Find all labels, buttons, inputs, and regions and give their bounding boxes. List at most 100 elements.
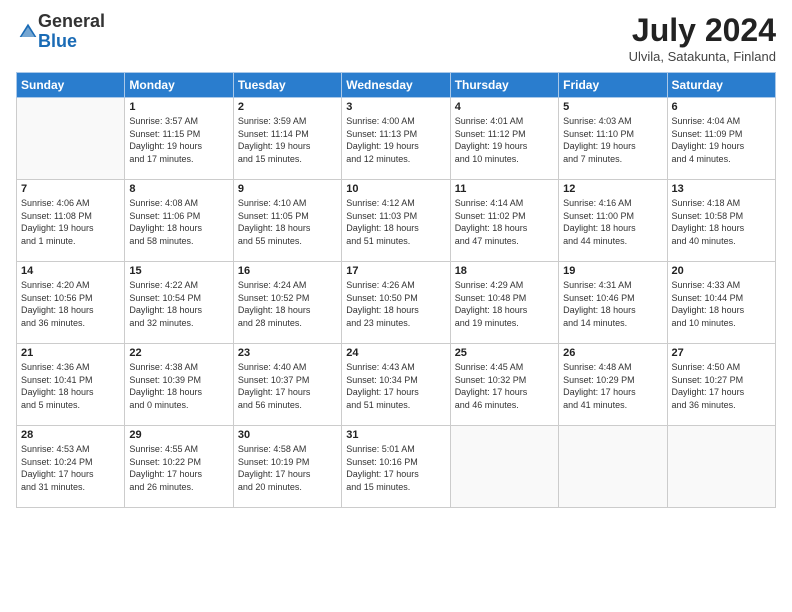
day-cell: 27Sunrise: 4:50 AM Sunset: 10:27 PM Dayl… <box>667 344 775 426</box>
location: Ulvila, Satakunta, Finland <box>629 49 776 64</box>
day-number: 10 <box>346 183 445 195</box>
logo: General Blue <box>16 12 105 52</box>
day-info: Sunrise: 4:10 AM Sunset: 11:05 PM Daylig… <box>238 197 337 247</box>
day-info: Sunrise: 4:53 AM Sunset: 10:24 PM Daylig… <box>21 443 120 493</box>
day-number: 3 <box>346 101 445 113</box>
day-number: 12 <box>563 183 662 195</box>
day-info: Sunrise: 4:12 AM Sunset: 11:03 PM Daylig… <box>346 197 445 247</box>
day-info: Sunrise: 3:59 AM Sunset: 11:14 PM Daylig… <box>238 115 337 165</box>
day-cell: 13 Sunrise: 4:18 AM Sunset: 10:58 PM Dayl… <box>667 180 775 262</box>
day-info: Sunrise: 4:24 AM Sunset: 10:52 PM Daylig… <box>238 279 337 329</box>
day-cell: 20 Sunrise: 4:33 AM Sunset: 10:44 PM Dayl… <box>667 262 775 344</box>
day-cell: 19 Sunrise: 4:31 AM Sunset: 10:46 PM Dayl… <box>559 262 667 344</box>
col-tuesday: Tuesday <box>233 73 341 98</box>
day-info: Sunrise: 5:01 AM Sunset: 10:16 PM Daylig… <box>346 443 445 493</box>
day-cell: 23 Sunrise: 4:40 AM Sunset: 10:37 PM Dayl… <box>233 344 341 426</box>
day-number: 14 <box>21 265 120 277</box>
day-info: Sunrise: 4:01 AM Sunset: 11:12 PM Daylig… <box>455 115 554 165</box>
day-number: 15 <box>129 265 228 277</box>
day-cell: 28 Sunrise: 4:53 AM Sunset: 10:24 PM Dayl… <box>17 426 125 508</box>
col-friday: Friday <box>559 73 667 98</box>
day-info: Sunrise: 3:57 AM Sunset: 11:15 PM Daylig… <box>129 115 228 165</box>
day-info: Sunrise: 4:40 AM Sunset: 10:37 PM Daylig… <box>238 361 337 411</box>
day-cell: 6 Sunrise: 4:04 AM Sunset: 11:09 PM Dayli… <box>667 98 775 180</box>
day-cell: 30Sunrise: 4:58 AM Sunset: 10:19 PM Dayl… <box>233 426 341 508</box>
day-info: Sunrise: 4:22 AM Sunset: 10:54 PM Daylig… <box>129 279 228 329</box>
day-number: 9 <box>238 183 337 195</box>
col-thursday: Thursday <box>450 73 558 98</box>
month-year: July 2024 <box>629 12 776 49</box>
day-cell: 8 Sunrise: 4:08 AM Sunset: 11:06 PM Dayli… <box>125 180 233 262</box>
day-cell: 2 Sunrise: 3:59 AM Sunset: 11:14 PM Dayli… <box>233 98 341 180</box>
day-info: Sunrise: 4:58 AM Sunset: 10:19 PM Daylig… <box>238 443 337 493</box>
day-info: Sunrise: 4:55 AM Sunset: 10:22 PM Daylig… <box>129 443 228 493</box>
day-info: Sunrise: 4:36 AM Sunset: 10:41 PM Daylig… <box>21 361 120 411</box>
day-cell: 18 Sunrise: 4:29 AM Sunset: 10:48 PM Dayl… <box>450 262 558 344</box>
header: General Blue July 2024 Ulvila, Satakunta… <box>16 12 776 64</box>
day-info: Sunrise: 4:08 AM Sunset: 11:06 PM Daylig… <box>129 197 228 247</box>
title-block: July 2024 Ulvila, Satakunta, Finland <box>629 12 776 64</box>
day-info: Sunrise: 4:33 AM Sunset: 10:44 PM Daylig… <box>672 279 771 329</box>
day-number: 8 <box>129 183 228 195</box>
week-row-4: 21 Sunrise: 4:36 AM Sunset: 10:41 PM Dayl… <box>17 344 776 426</box>
day-number: 13 <box>672 183 771 195</box>
day-cell <box>559 426 667 508</box>
day-cell: 12Sunrise: 4:16 AM Sunset: 11:00 PM Dayl… <box>559 180 667 262</box>
day-info: Sunrise: 4:18 AM Sunset: 10:58 PM Daylig… <box>672 197 771 247</box>
week-row-2: 7Sunrise: 4:06 AM Sunset: 11:08 PM Dayli… <box>17 180 776 262</box>
logo-blue: Blue <box>38 31 77 51</box>
week-row-3: 14 Sunrise: 4:20 AM Sunset: 10:56 PM Dayl… <box>17 262 776 344</box>
day-info: Sunrise: 4:26 AM Sunset: 10:50 PM Daylig… <box>346 279 445 329</box>
day-info: Sunrise: 4:38 AM Sunset: 10:39 PM Daylig… <box>129 361 228 411</box>
day-number: 18 <box>455 265 554 277</box>
day-cell: 15 Sunrise: 4:22 AM Sunset: 10:54 PM Dayl… <box>125 262 233 344</box>
day-number: 6 <box>672 101 771 113</box>
week-row-5: 28 Sunrise: 4:53 AM Sunset: 10:24 PM Dayl… <box>17 426 776 508</box>
day-info: Sunrise: 4:29 AM Sunset: 10:48 PM Daylig… <box>455 279 554 329</box>
week-row-1: 1 Sunrise: 3:57 AM Sunset: 11:15 PM Dayli… <box>17 98 776 180</box>
day-number: 2 <box>238 101 337 113</box>
day-info: Sunrise: 4:31 AM Sunset: 10:46 PM Daylig… <box>563 279 662 329</box>
col-sunday: Sunday <box>17 73 125 98</box>
col-monday: Monday <box>125 73 233 98</box>
day-number: 23 <box>238 347 337 359</box>
day-cell: 5Sunrise: 4:03 AM Sunset: 11:10 PM Dayli… <box>559 98 667 180</box>
day-number: 21 <box>21 347 120 359</box>
day-number: 26 <box>563 347 662 359</box>
day-cell <box>17 98 125 180</box>
day-cell <box>450 426 558 508</box>
day-number: 28 <box>21 429 120 441</box>
day-cell: 26Sunrise: 4:48 AM Sunset: 10:29 PM Dayl… <box>559 344 667 426</box>
logo-icon <box>18 22 38 42</box>
day-number: 24 <box>346 347 445 359</box>
day-number: 16 <box>238 265 337 277</box>
day-info: Sunrise: 4:04 AM Sunset: 11:09 PM Daylig… <box>672 115 771 165</box>
day-number: 1 <box>129 101 228 113</box>
day-cell: 22 Sunrise: 4:38 AM Sunset: 10:39 PM Dayl… <box>125 344 233 426</box>
day-cell: 24Sunrise: 4:43 AM Sunset: 10:34 PM Dayl… <box>342 344 450 426</box>
day-cell: 10 Sunrise: 4:12 AM Sunset: 11:03 PM Dayl… <box>342 180 450 262</box>
day-number: 20 <box>672 265 771 277</box>
day-number: 27 <box>672 347 771 359</box>
day-cell: 21 Sunrise: 4:36 AM Sunset: 10:41 PM Dayl… <box>17 344 125 426</box>
day-cell: 3Sunrise: 4:00 AM Sunset: 11:13 PM Dayli… <box>342 98 450 180</box>
logo-general: General <box>38 11 105 31</box>
day-number: 11 <box>455 183 554 195</box>
day-number: 19 <box>563 265 662 277</box>
day-number: 7 <box>21 183 120 195</box>
day-number: 31 <box>346 429 445 441</box>
day-number: 22 <box>129 347 228 359</box>
day-cell: 1 Sunrise: 3:57 AM Sunset: 11:15 PM Dayli… <box>125 98 233 180</box>
day-info: Sunrise: 4:20 AM Sunset: 10:56 PM Daylig… <box>21 279 120 329</box>
day-cell: 7Sunrise: 4:06 AM Sunset: 11:08 PM Dayli… <box>17 180 125 262</box>
day-cell: 14 Sunrise: 4:20 AM Sunset: 10:56 PM Dayl… <box>17 262 125 344</box>
day-info: Sunrise: 4:14 AM Sunset: 11:02 PM Daylig… <box>455 197 554 247</box>
day-cell <box>667 426 775 508</box>
day-cell: 29 Sunrise: 4:55 AM Sunset: 10:22 PM Dayl… <box>125 426 233 508</box>
day-number: 5 <box>563 101 662 113</box>
day-cell: 17Sunrise: 4:26 AM Sunset: 10:50 PM Dayl… <box>342 262 450 344</box>
day-cell: 25Sunrise: 4:45 AM Sunset: 10:32 PM Dayl… <box>450 344 558 426</box>
day-number: 29 <box>129 429 228 441</box>
calendar-table: Sunday Monday Tuesday Wednesday Thursday… <box>16 72 776 508</box>
page: General Blue July 2024 Ulvila, Satakunta… <box>0 0 792 612</box>
